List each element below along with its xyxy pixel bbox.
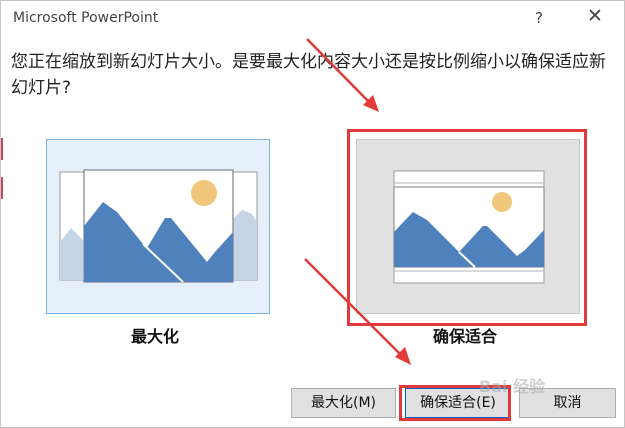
- annotation-arrowhead: [395, 347, 411, 365]
- ensure-fit-preview-image: [393, 170, 545, 284]
- window-title: Microsoft PowerPoint: [13, 10, 159, 26]
- maximize-option-label: 最大化: [131, 327, 180, 346]
- background-edge-mark: [1, 138, 3, 160]
- close-icon[interactable]: ✕: [584, 5, 606, 31]
- ensure-fit-option-card[interactable]: [356, 139, 580, 314]
- ensure-fit-option-label: 确保适合: [433, 327, 498, 346]
- maximize-button[interactable]: 最大化(M): [291, 388, 396, 418]
- maximize-option-card[interactable]: [46, 139, 270, 314]
- powerpoint-resize-dialog: Microsoft PowerPoint ? ✕ 您正在缩放到新幻灯片大小。是要…: [0, 0, 625, 428]
- maximize-preview-image: [59, 169, 258, 283]
- dialog-message: 您正在缩放到新幻灯片大小。是要最大化内容大小还是按比例缩小以确保适应新幻灯片?: [11, 52, 606, 98]
- watermark: Bai 经验: [479, 377, 546, 396]
- question-mark-icon[interactable]: ?: [531, 9, 547, 29]
- background-edge-mark: [1, 177, 3, 199]
- title-bar: Microsoft PowerPoint ? ✕: [1, 1, 625, 37]
